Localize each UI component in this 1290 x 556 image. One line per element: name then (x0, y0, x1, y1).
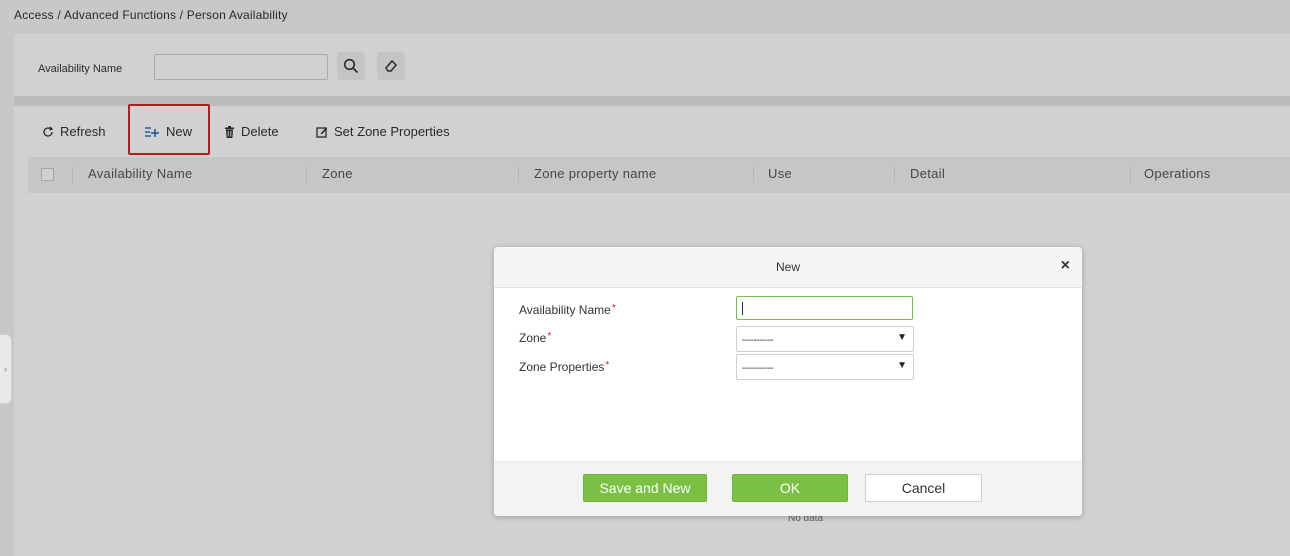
zone-properties-select-value: ----------- (742, 363, 774, 374)
cancel-button[interactable]: Cancel (865, 474, 982, 502)
ok-button[interactable]: OK (732, 474, 848, 502)
zone-properties-select[interactable]: ----------- ▼ (736, 354, 914, 380)
zone-properties-field-label: Zone Properties* (519, 360, 609, 374)
dialog-header: New × (494, 247, 1082, 288)
availability-name-input[interactable] (736, 296, 913, 320)
chevron-right-icon: › (4, 364, 7, 374)
dialog-title: New (775, 260, 800, 274)
zone-select[interactable]: ----------- ▼ (736, 326, 914, 352)
save-and-new-button[interactable]: Save and New (583, 474, 707, 502)
caret-down-icon: ▼ (897, 360, 907, 371)
zone-label-text: Zone (519, 331, 547, 345)
text-cursor (742, 302, 743, 315)
required-mark: * (611, 303, 616, 314)
zone-properties-label-text: Zone Properties (519, 360, 605, 374)
close-icon[interactable]: × (1061, 257, 1070, 275)
availability-name-label-text: Availability Name (519, 303, 611, 317)
availability-name-field-label: Availability Name* (519, 303, 616, 317)
required-mark: * (547, 331, 552, 342)
zone-select-value: ----------- (742, 335, 774, 346)
zone-field-label: Zone* (519, 331, 551, 345)
new-dialog: New × Availability Name* Zone* ---------… (494, 247, 1082, 516)
caret-down-icon: ▼ (897, 332, 907, 343)
required-mark: * (605, 360, 610, 371)
dialog-footer: Save and New OK Cancel (494, 461, 1082, 516)
sidebar-toggle-handle[interactable]: › (0, 334, 12, 404)
